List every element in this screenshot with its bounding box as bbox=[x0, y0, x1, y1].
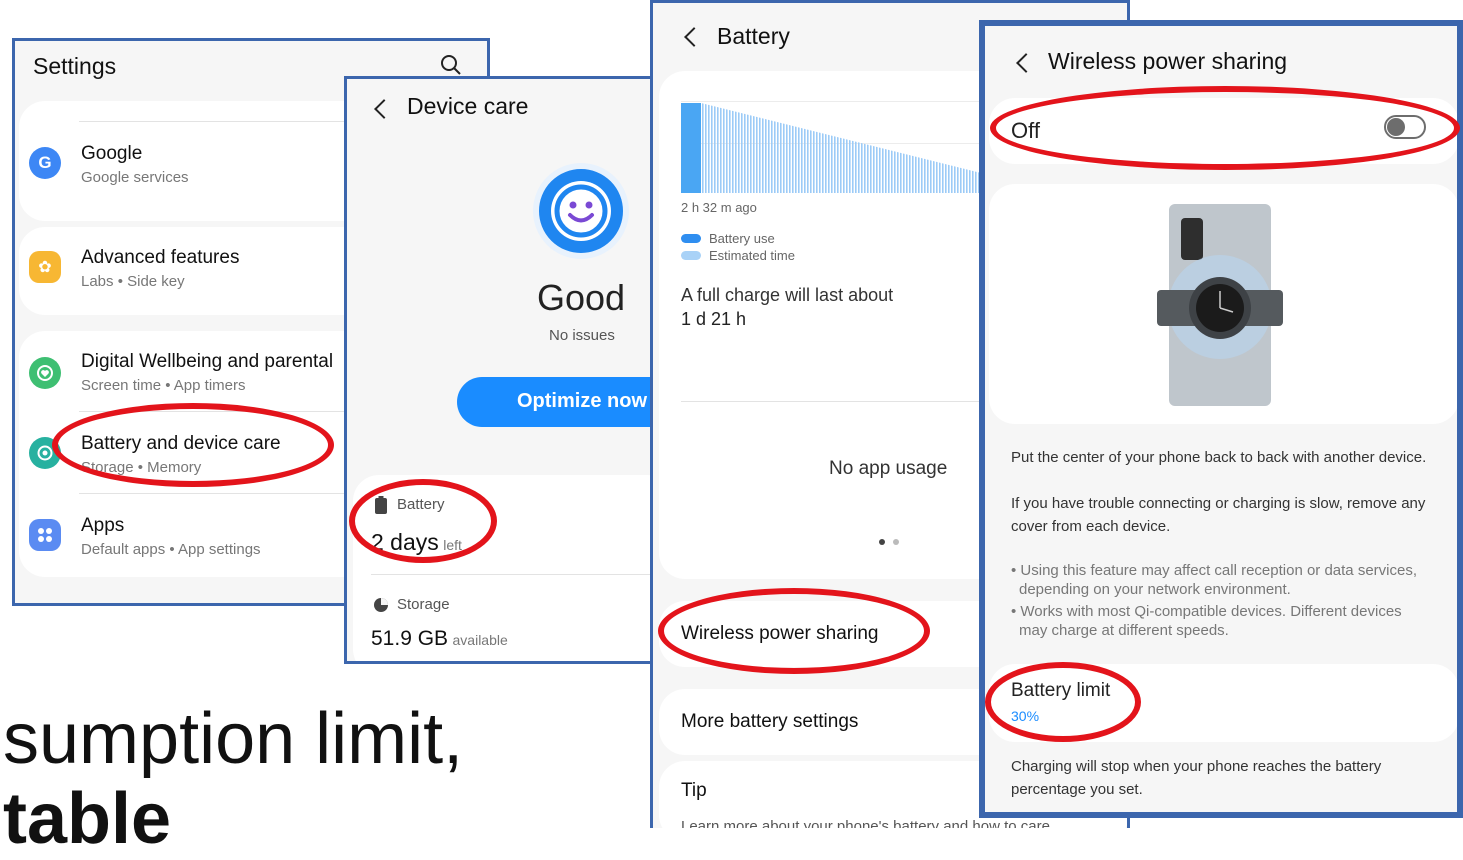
tip-text[interactable]: Learn more about your phone's battery an… bbox=[681, 818, 1050, 828]
wireless-sharing-panel: Wireless power sharing Off Put the cente… bbox=[979, 20, 1463, 818]
battery-unit: left bbox=[443, 537, 462, 553]
full-charge-value: 1 d 21 h bbox=[681, 309, 747, 329]
page-title: Device care bbox=[407, 93, 529, 119]
search-icon[interactable] bbox=[439, 53, 463, 77]
page-title: Battery bbox=[717, 23, 790, 49]
settings-item-title: Apps bbox=[81, 515, 125, 536]
status-subtext: No issues bbox=[549, 327, 615, 344]
page-title: Settings bbox=[33, 53, 117, 79]
advanced-features-icon: ✿ bbox=[29, 251, 61, 283]
battery-label: Battery bbox=[397, 496, 445, 513]
apps-icon bbox=[29, 519, 61, 551]
full-charge-label: A full charge will last about bbox=[681, 285, 894, 305]
battery-limit-item[interactable]: Battery limit 30% bbox=[1011, 680, 1311, 728]
wireless-description-1: Put the center of your phone back to bac… bbox=[1011, 449, 1427, 466]
wireless-description-2: If you have trouble connecting or chargi… bbox=[1011, 495, 1426, 535]
settings-item-subtitle: Google services bbox=[81, 169, 189, 186]
phone-watch-illustration bbox=[1157, 204, 1283, 406]
back-icon[interactable] bbox=[374, 99, 394, 119]
storage-icon bbox=[374, 598, 388, 612]
google-icon: G bbox=[29, 147, 61, 179]
battery-icon bbox=[375, 496, 387, 514]
optimize-now-label: Optimize now bbox=[517, 390, 647, 412]
device-care-panel: Device care Good No issues Optimize now … bbox=[344, 76, 664, 664]
storage-stat[interactable]: Storage 51.9 GB available bbox=[367, 593, 647, 661]
device-care-icon bbox=[29, 437, 61, 469]
settings-item-title: Google bbox=[81, 143, 143, 164]
wireless-note-2: • Works with most Qi-compatible devices.… bbox=[1011, 603, 1402, 639]
settings-item-title: Battery and device care bbox=[81, 433, 281, 454]
settings-item-subtitle: Labs • Side key bbox=[81, 273, 185, 290]
optimize-now-button[interactable]: Optimize now bbox=[457, 377, 661, 427]
smiley-icon bbox=[533, 163, 629, 259]
wireless-power-sharing-item[interactable]: Wireless power sharing bbox=[681, 623, 878, 645]
battery-usage-graph bbox=[681, 103, 981, 193]
graph-time-label: 2 h 32 m ago bbox=[681, 200, 757, 215]
overlay-text-line2: table bbox=[3, 779, 172, 859]
battery-days: 2 days bbox=[371, 529, 439, 555]
settings-item-title: Advanced features bbox=[81, 247, 240, 268]
battery-limit-value: 30% bbox=[1011, 708, 1040, 724]
no-app-usage-text: No app usage bbox=[829, 458, 948, 479]
toggle-label: Off bbox=[1011, 118, 1040, 143]
wireless-note-1: • Using this feature may affect call rec… bbox=[1011, 562, 1417, 598]
storage-unit: available bbox=[452, 632, 508, 648]
settings-item-subtitle: Storage • Memory bbox=[81, 459, 202, 476]
back-icon[interactable] bbox=[1016, 53, 1036, 73]
storage-value: 51.9 GB available bbox=[371, 627, 508, 651]
overlay-text-line1: sumption limit, bbox=[3, 699, 464, 779]
back-icon[interactable] bbox=[684, 27, 704, 47]
battery-value: 2 days left bbox=[371, 529, 462, 556]
status-text: Good bbox=[537, 277, 626, 318]
battery-limit-description: Charging will stop when your phone reach… bbox=[1011, 758, 1382, 798]
wellbeing-icon bbox=[29, 357, 61, 389]
page-indicator[interactable] bbox=[879, 537, 903, 547]
battery-stat[interactable]: Battery 2 days left bbox=[367, 493, 647, 563]
battery-limit-label: Battery limit bbox=[1011, 680, 1111, 701]
tip-title: Tip bbox=[681, 780, 707, 801]
more-battery-settings-item[interactable]: More battery settings bbox=[681, 711, 858, 733]
wireless-sharing-toggle[interactable] bbox=[1384, 115, 1426, 139]
settings-item-subtitle: Default apps • App settings bbox=[81, 541, 261, 558]
storage-amount: 51.9 GB bbox=[371, 627, 449, 650]
settings-item-subtitle: Screen time • App timers bbox=[81, 377, 246, 394]
storage-label: Storage bbox=[397, 596, 450, 613]
page-title: Wireless power sharing bbox=[1048, 48, 1288, 74]
settings-item-title: Digital Wellbeing and parental bbox=[81, 351, 334, 372]
